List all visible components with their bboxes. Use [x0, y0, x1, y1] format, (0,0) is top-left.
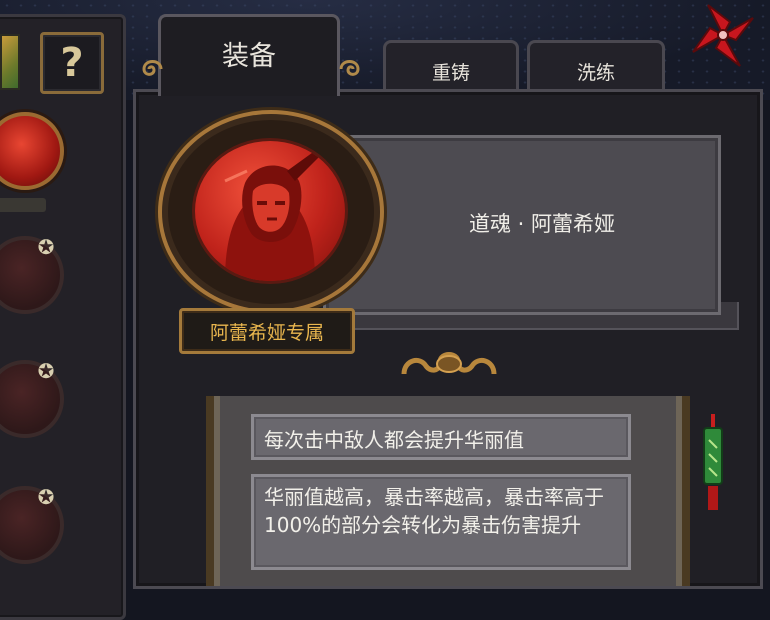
tab-refine-label: 洗练 [576, 61, 615, 84]
star-badge-icon: ✪ [37, 485, 55, 509]
star-badge-icon: ✪ [37, 359, 55, 383]
question-mark-icon: ? [60, 40, 84, 86]
exclusive-label: 阿蕾希娅专属 [209, 321, 324, 344]
effect-text: 华丽值越高，暴击率越高，暴击率高于100%的部分会转化为暴击伤害提升 [264, 485, 604, 537]
jade-charm-icon [703, 414, 723, 510]
tab-equip-label: 装备 [222, 41, 276, 72]
effect-line: 华丽值越高，暴击率越高，暴击率高于100%的部分会转化为暴击伤害提升 [251, 474, 631, 570]
heroine-portrait-icon [224, 145, 325, 281]
star-badge-icon: ✪ [37, 235, 55, 259]
soul-portrait-frame[interactable] [158, 110, 384, 314]
tab-reforge-label: 重铸 [431, 61, 470, 84]
effect-text: 每次击中敌人都会提升华丽值 [264, 428, 524, 452]
swirl-ornament-icon [339, 60, 360, 76]
gold-ornament-icon [401, 352, 497, 375]
help-button[interactable]: ? [40, 32, 104, 94]
effect-line: 每次击中敌人都会提升华丽值 [251, 414, 631, 460]
tab-equip[interactable]: 装备 [158, 14, 340, 96]
slot-pedestal [0, 198, 46, 212]
swirl-ornament-icon [142, 60, 163, 76]
map-icon[interactable] [0, 34, 20, 90]
red-flower-icon [692, 4, 754, 67]
soul-portrait [192, 138, 348, 284]
exclusive-tag: 阿蕾希娅专属 [179, 308, 355, 354]
item-name: 道魂 · 阿蕾希娅 [468, 212, 616, 236]
